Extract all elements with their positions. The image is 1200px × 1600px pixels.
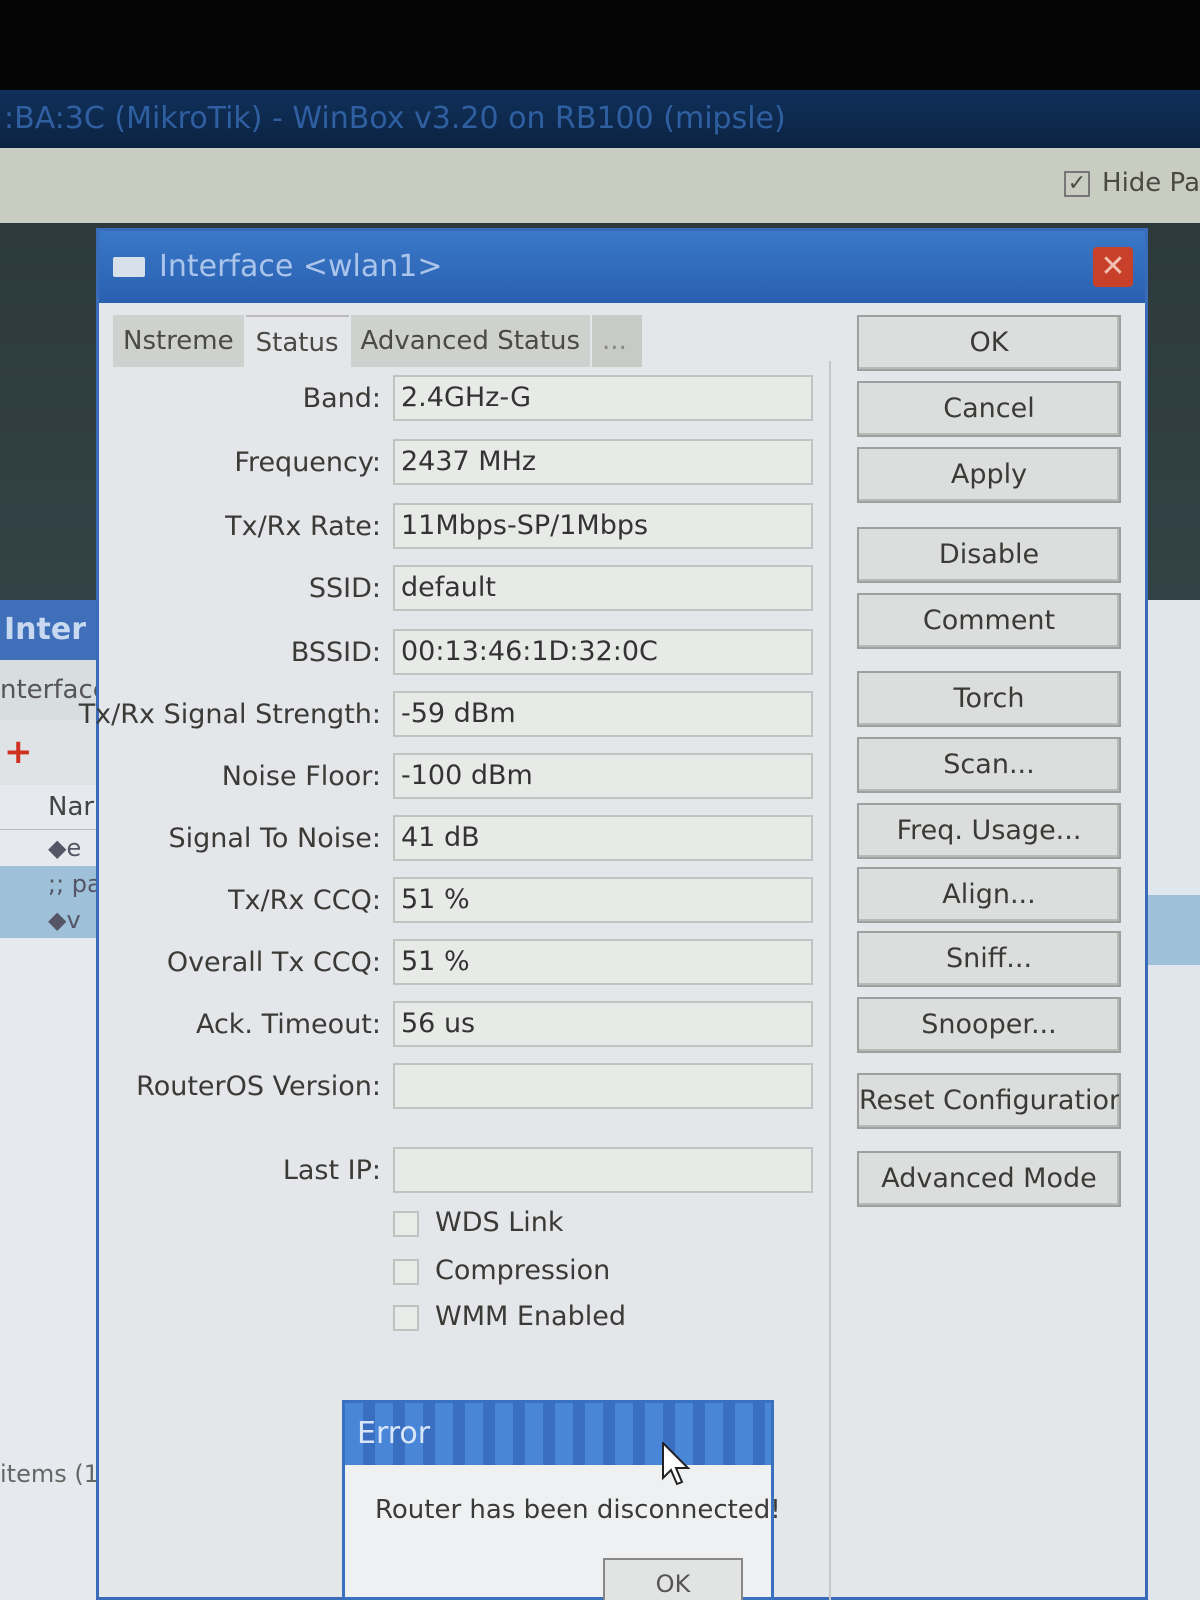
hide-passwords-label: Hide Pa [1102, 168, 1200, 198]
overall-tx-ccq-field[interactable]: 51 % [393, 939, 813, 985]
advanced-mode-button[interactable]: Advanced Mode [857, 1151, 1121, 1207]
field-row-last-ip: Last IP: [113, 1147, 813, 1195]
snooper-button[interactable]: Snooper... [857, 997, 1121, 1053]
error-dialog: Error Router has been disconnected! OK [342, 1400, 781, 1600]
app-toolbar: ✓ Hide Pa [0, 148, 1200, 223]
checkbox-wds-link[interactable]: WDS Link [393, 1203, 564, 1243]
last-ip-field[interactable] [393, 1147, 813, 1193]
checkbox-box[interactable] [393, 1210, 419, 1237]
field-row-tx-rx-rate: Tx/Rx Rate: 11Mbps-SP/1Mbps [113, 503, 813, 551]
reset-configuration-button[interactable]: Reset Configuration [857, 1073, 1121, 1129]
background-window-right-edge [1140, 600, 1200, 1600]
freq-usage-button[interactable]: Freq. Usage... [857, 803, 1121, 859]
cancel-button[interactable]: Cancel [857, 381, 1121, 437]
checkbox-label: WDS Link [435, 1207, 564, 1238]
apply-button[interactable]: Apply [857, 447, 1121, 503]
checkbox-box[interactable] [393, 1258, 419, 1285]
field-row-overall-tx-ccq: Overall Tx CCQ: 51 % [113, 939, 813, 987]
hide-passwords-checkbox[interactable]: ✓ Hide Pa [1064, 168, 1200, 198]
checkbox-box[interactable] [393, 1304, 419, 1331]
app-title-bar: :BA:3C (MikroTik) - WinBox v3.20 on RB10… [0, 90, 1200, 148]
screen-bezel [0, 0, 1200, 90]
panel-divider [829, 361, 831, 1600]
field-row-tx-rx-ccq: Tx/Rx CCQ: 51 % [113, 877, 813, 925]
disable-button[interactable]: Disable [857, 527, 1121, 583]
interface-dialog: Interface <wlan1> ✕ Nstreme Status Advance… [79, 228, 1148, 1600]
ssid-label: SSID: [308, 573, 381, 604]
tab-nstreme[interactable]: Nstreme [113, 315, 244, 367]
add-icon[interactable]: + [4, 732, 33, 772]
sniff-button[interactable]: Sniff... [857, 931, 1121, 987]
items-count-status: items (1 [0, 1460, 99, 1488]
field-row-routeros-version: RouterOS Version: [113, 1063, 813, 1111]
window-icon [113, 257, 145, 277]
band-label: Band: [302, 383, 381, 414]
tx-rx-ccq-field[interactable]: 51 % [393, 877, 813, 923]
error-message: Router has been disconnected! [375, 1495, 781, 1525]
field-row-ssid: SSID: default [113, 565, 813, 613]
scan-button[interactable]: Scan... [857, 737, 1121, 793]
noise-floor-field[interactable]: -100 dBm [393, 753, 813, 799]
signal-to-noise-label: Signal To Noise: [168, 823, 381, 854]
bssid-label: BSSID: [290, 637, 381, 668]
checkbox-label: Compression [435, 1255, 611, 1286]
selected-row-highlight [1140, 895, 1200, 965]
field-row-frequency: Frequency: 2437 MHz [113, 439, 813, 487]
tab-status[interactable]: Status [245, 315, 349, 367]
ack-timeout-field[interactable]: 56 us [393, 1001, 813, 1047]
app-title: :BA:3C (MikroTik) - WinBox v3.20 on RB10… [4, 101, 786, 136]
field-row-ack-timeout: Ack. Timeout: 56 us [113, 1001, 813, 1049]
band-field[interactable]: 2.4GHz-G [393, 375, 813, 421]
frequency-field[interactable]: 2437 MHz [393, 439, 813, 485]
checkmark-icon: ✓ [1064, 170, 1091, 197]
frequency-label: Frequency: [234, 447, 381, 478]
tab-advanced-status[interactable]: Advanced Status [350, 315, 591, 367]
bssid-field[interactable]: 00:13:46:1D:32:0C [393, 629, 813, 675]
last-ip-label: Last IP: [282, 1155, 381, 1186]
signal-strength-field[interactable]: -59 dBm [393, 691, 813, 737]
routeros-version-field[interactable] [393, 1063, 813, 1109]
ssid-field[interactable]: default [393, 565, 813, 611]
comment-button[interactable]: Comment [857, 593, 1121, 649]
tx-rx-rate-label: Tx/Rx Rate: [225, 511, 381, 542]
field-row-noise-floor: Noise Floor: -100 dBm [113, 753, 813, 801]
tx-rx-ccq-label: Tx/Rx CCQ: [228, 885, 381, 916]
error-ok-button[interactable]: OK [603, 1558, 743, 1600]
align-button[interactable]: Align... [857, 867, 1121, 923]
tx-rx-rate-field[interactable]: 11Mbps-SP/1Mbps [393, 503, 813, 549]
tab-more[interactable]: ... [592, 315, 643, 367]
noise-floor-label: Noise Floor: [221, 761, 381, 792]
error-dialog-title[interactable]: Error [345, 1403, 771, 1465]
torch-button[interactable]: Torch [857, 671, 1121, 727]
tab-bar: Nstreme Status Advanced Status... [113, 315, 644, 367]
checkbox-wmm-enabled[interactable]: WMM Enabled [393, 1297, 626, 1337]
field-row-signal-to-noise: Signal To Noise: 41 dB [113, 815, 813, 863]
signal-strength-label: Tx/Rx Signal Strength: [78, 699, 381, 730]
dialog-title: Interface <wlan1> [159, 249, 443, 284]
checkbox-compression[interactable]: Compression [393, 1251, 610, 1291]
field-row-signal-strength: Tx/Rx Signal Strength: -59 dBm [79, 691, 813, 739]
overall-tx-ccq-label: Overall Tx CCQ: [166, 947, 381, 978]
field-row-bssid: BSSID: 00:13:46:1D:32:0C [113, 629, 813, 677]
ack-timeout-label: Ack. Timeout: [195, 1009, 381, 1040]
ok-button[interactable]: OK [857, 315, 1121, 371]
checkbox-label: WMM Enabled [435, 1301, 626, 1332]
routeros-version-label: RouterOS Version: [136, 1071, 381, 1102]
field-row-band: Band: 2.4GHz-G [113, 375, 813, 423]
close-icon[interactable]: ✕ [1093, 247, 1133, 287]
dialog-title-bar[interactable]: Interface <wlan1> ✕ [99, 231, 1145, 303]
signal-to-noise-field[interactable]: 41 dB [393, 815, 813, 861]
